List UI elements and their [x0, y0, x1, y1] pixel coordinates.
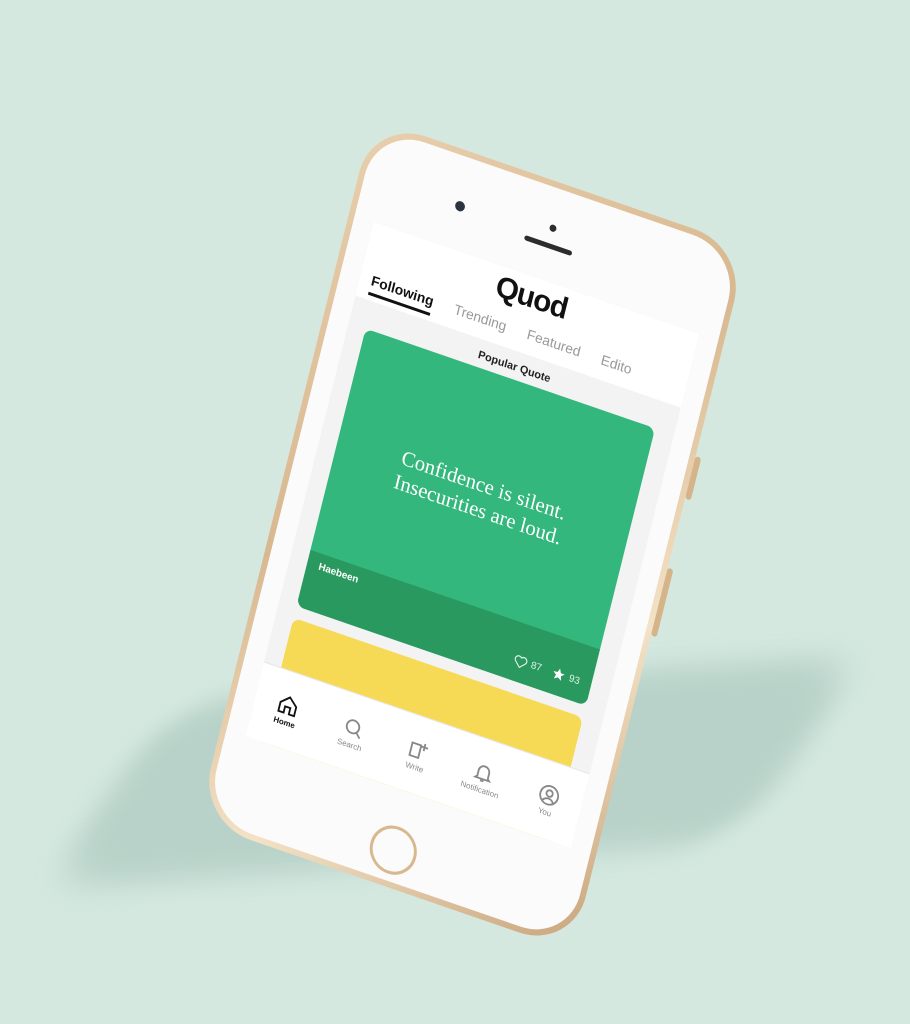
tab-featured[interactable]: Featured [524, 326, 582, 367]
nav-notification[interactable]: Notification [450, 752, 515, 804]
heart-icon [514, 655, 528, 669]
like-button[interactable]: 87 [512, 653, 543, 675]
star-icon [553, 668, 565, 681]
nav-label: You [537, 805, 553, 819]
like-count: 87 [529, 659, 543, 675]
nav-you[interactable]: You [515, 774, 580, 826]
nav-write[interactable]: Write [385, 729, 450, 781]
nav-home[interactable]: Home [255, 685, 320, 737]
front-camera [454, 199, 467, 213]
home-button[interactable] [364, 819, 422, 882]
tab-trending[interactable]: Trending [451, 301, 509, 341]
star-button[interactable]: 93 [550, 665, 581, 688]
proximity-sensor [548, 223, 558, 233]
nav-search[interactable]: Search [320, 707, 385, 759]
quote-text: Confidence is silent. Insecurities are l… [330, 424, 632, 572]
star-count: 93 [567, 672, 581, 687]
tab-editors[interactable]: Edito [598, 351, 633, 384]
earpiece-speaker [523, 234, 573, 257]
quote-author[interactable]: Haebeen [317, 562, 359, 586]
